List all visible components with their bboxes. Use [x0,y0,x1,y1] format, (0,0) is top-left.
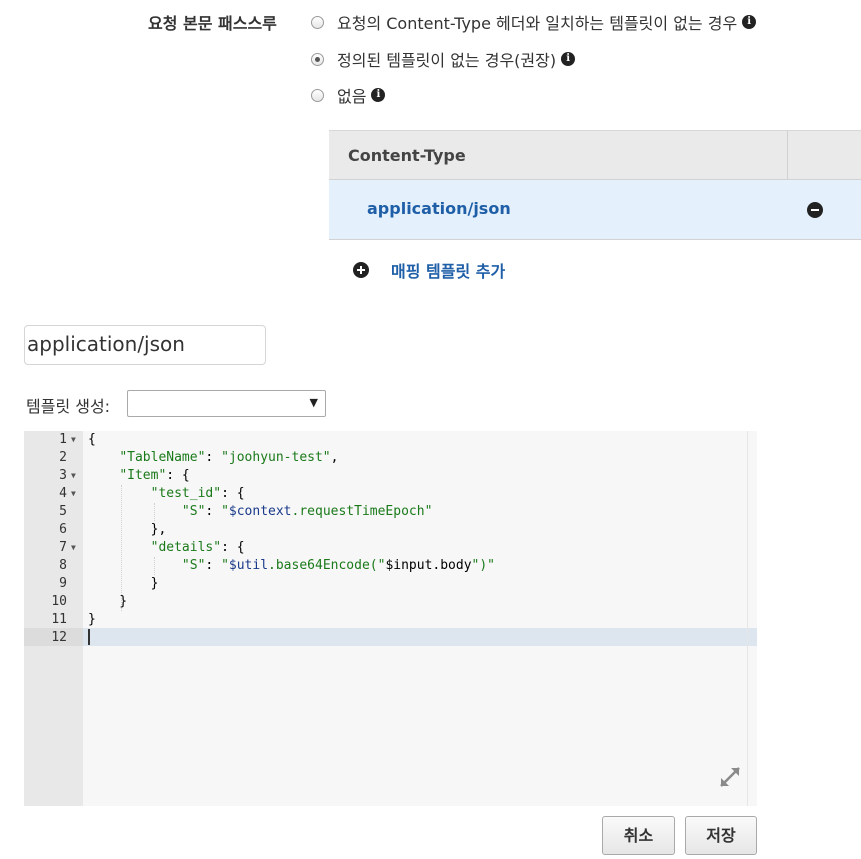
active-line-highlight [83,628,757,646]
code-line[interactable]: "details": { [88,539,245,557]
content-type-table: Content-Type application/json [329,130,861,240]
add-mapping-template-button[interactable]: 매핑 템플릿 추가 [353,258,505,282]
option-label: 정의된 템플릿이 없는 경우(권장) [337,51,557,70]
template-generation-label: 템플릿 생성: [26,397,111,416]
line-number: 3 [59,468,67,483]
add-mapping-template-label[interactable]: 매핑 템플릿 추가 [391,258,505,282]
info-icon[interactable]: i [371,88,386,102]
line-number: 4 [59,486,67,501]
code-editor[interactable]: 1 2 3 4 5 6 7 8 9 10 11 12 ▼ ▼ ▼ ▼ { "Ta… [24,431,757,806]
column-divider [787,131,788,179]
line-number: 7 [59,540,67,555]
code-line[interactable]: } [88,611,96,629]
fold-arrow-icon[interactable]: ▼ [71,539,76,557]
radio-button-checked[interactable] [311,52,324,66]
code-line[interactable]: "test_id": { [88,485,245,503]
code-line[interactable]: } [88,593,127,611]
content-type-table-header: Content-Type [329,130,861,180]
passthrough-option-never[interactable]: 없음 i [311,83,386,107]
content-type-header-label: Content-Type [348,146,466,165]
fold-arrow-icon[interactable]: ▼ [71,485,76,503]
content-type-row[interactable]: application/json [329,180,861,240]
save-button[interactable]: 저장 [685,816,757,855]
radio-button[interactable] [311,15,324,29]
code-line[interactable]: } [88,575,159,593]
line-number: 5 [59,504,67,519]
fold-arrow-icon[interactable]: ▼ [71,431,76,449]
line-number: 10 [51,594,67,609]
line-number: 6 [59,522,67,537]
content-type-value[interactable]: application/json [367,199,511,218]
content-type-input[interactable]: application/json [24,325,266,365]
info-icon[interactable]: i [742,15,757,29]
passthrough-option-when-no-templates[interactable]: 정의된 템플릿이 없는 경우(권장) i [311,47,576,71]
info-icon[interactable]: i [561,52,576,66]
line-number: 12 [51,630,67,645]
template-generation-select[interactable]: ▼ [127,390,326,417]
print-margin [747,431,748,806]
line-number: 1 [59,432,67,447]
line-number: 9 [59,576,67,591]
radio-button[interactable] [311,88,324,102]
minus-circle-icon[interactable] [807,202,823,218]
code-line[interactable]: "Item": { [88,467,189,485]
line-number: 2 [59,450,67,465]
line-number: 11 [51,612,67,627]
line-number: 8 [59,558,67,573]
text-cursor [88,629,90,645]
code-line[interactable]: }, [88,521,167,539]
option-label: 없음 [337,87,367,106]
code-line[interactable]: "TableName": "joohyun-test", [88,449,338,467]
passthrough-option-when-no-match[interactable]: 요청의 Content-Type 헤더와 일치하는 템플릿이 없는 경우 i [311,10,757,34]
code-line[interactable]: { [88,431,96,449]
expand-arrows-icon[interactable] [718,765,742,789]
code-line[interactable]: "S": "$context.requestTimeEpoch" [88,503,432,521]
cancel-button[interactable]: 취소 [602,816,675,855]
fold-arrow-icon[interactable]: ▼ [71,467,76,485]
option-label: 요청의 Content-Type 헤더와 일치하는 템플릿이 없는 경우 [337,14,738,33]
dropdown-arrow-icon: ▼ [309,396,318,409]
passthrough-label: 요청 본문 패스스루 [148,14,277,33]
code-line[interactable]: "S": "$util.base64Encode("$input.body")" [88,557,495,575]
plus-circle-icon[interactable] [353,262,369,278]
